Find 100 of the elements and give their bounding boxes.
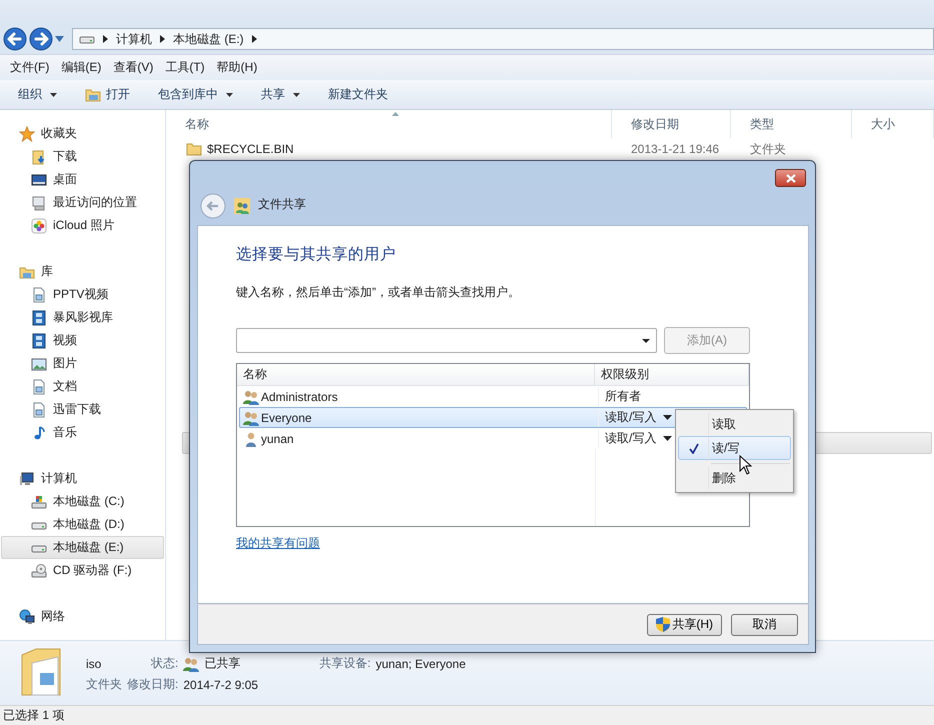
shared-users-icon <box>183 656 200 672</box>
sidebar-item[interactable]: 本地磁盘 (C:) <box>1 490 164 513</box>
toolbar-button[interactable]: 组织 <box>10 83 65 106</box>
menu-item[interactable]: 帮助(H) <box>210 59 264 76</box>
breadcrumb[interactable]: 本地磁盘 (E:) <box>173 30 244 48</box>
table-cell-text: 文件夹 <box>749 140 787 158</box>
column-header[interactable]: 类型 <box>731 110 852 138</box>
dialog-button[interactable]: 取消 <box>731 614 798 636</box>
menu-item[interactable]: 查看(V) <box>107 59 160 76</box>
folder-icon <box>85 86 101 102</box>
file-type: 文件夹 <box>86 676 122 693</box>
address-bar[interactable]: 计算机 本地磁盘 (E:) <box>72 28 934 50</box>
sidebar-item[interactable]: 音乐 <box>1 421 164 444</box>
column-header[interactable]: 名称 <box>237 364 595 385</box>
table-cell-text: 2013-1-21 19:46 <box>630 142 720 156</box>
user-icon <box>243 430 259 446</box>
close-icon <box>786 174 796 182</box>
system-drive-icon <box>31 494 47 510</box>
user-group-icon <box>243 388 259 404</box>
sidebar-item[interactable]: 桌面 <box>1 168 164 191</box>
toolbar-button[interactable]: 新建文件夹 <box>320 83 396 106</box>
close-button[interactable] <box>775 169 806 187</box>
menu-item[interactable]: 工具(T) <box>159 59 211 76</box>
permission-dropdown[interactable]: 读取/写入 <box>605 409 672 426</box>
field-label: 状态: <box>151 655 178 672</box>
sort-arrow-icon <box>392 112 399 116</box>
star-icon <box>19 126 35 142</box>
breadcrumb-arrow-icon <box>160 35 165 43</box>
sidebar-item[interactable]: 计算机 <box>0 467 165 490</box>
user-row[interactable]: Administrators 所有者 <box>239 386 747 407</box>
file-name[interactable]: $RECYCLE.BIN <box>207 142 294 156</box>
menu-item[interactable]: 编辑(E) <box>55 59 108 76</box>
column-header[interactable]: 修改日期 <box>612 110 731 138</box>
sidebar-item[interactable]: 最近访问的位置 <box>1 191 164 214</box>
user-name: Everyone <box>261 410 312 424</box>
caret-icon <box>50 92 57 96</box>
sidebar-item[interactable]: 本地磁盘 (E:) <box>1 536 164 559</box>
breadcrumb-arrow-icon <box>252 35 257 43</box>
file-name: iso <box>86 656 102 670</box>
desktop-icon <box>31 172 47 188</box>
field-value: 已共享 <box>204 655 242 672</box>
dropdown-arrow-icon <box>642 338 650 342</box>
flower-icon <box>31 218 47 234</box>
film-icon <box>31 310 47 326</box>
file-row[interactable]: $RECYCLE.BIN 2013-1-21 19:46 文件夹 <box>182 138 932 160</box>
status-bar-text: 已选择 1 项 <box>0 705 934 725</box>
sidebar-item[interactable]: PPTV视频 <box>1 283 164 306</box>
mouse-pointer-icon <box>739 455 752 475</box>
dialog-heading: 选择要与其共享的用户 <box>236 245 397 265</box>
network-globe-icon <box>19 608 35 624</box>
sidebar-item[interactable]: 库 <box>0 260 165 283</box>
sidebar-item[interactable]: 下载 <box>1 145 164 168</box>
sidebar-item[interactable]: 收藏夹 <box>0 122 165 145</box>
sidebar-item[interactable]: 视频 <box>1 329 164 352</box>
shared-users-icon <box>234 198 250 214</box>
checkmark-icon <box>688 442 698 454</box>
user-name: Administrators <box>261 390 338 404</box>
film-icon <box>31 332 47 348</box>
toolbar-button[interactable]: 打开 <box>77 83 138 106</box>
dialog-button[interactable]: 共享(H) <box>647 614 722 636</box>
sidebar-item[interactable]: 文档 <box>1 375 164 398</box>
breadcrumb-arrow-icon <box>103 35 108 43</box>
breadcrumb[interactable]: 计算机 <box>116 30 152 48</box>
cd-drive-icon <box>31 562 47 578</box>
sidebar-item[interactable]: CD 驱动器 (F:) <box>1 559 164 582</box>
sidebar-item[interactable]: 暴风影视库 <box>1 306 164 329</box>
field-value: 2014-7-2 9:05 <box>183 678 258 692</box>
menu-item[interactable]: 文件(F) <box>4 59 56 76</box>
shield-icon <box>656 617 670 632</box>
sidebar-item[interactable]: 图片 <box>1 352 164 375</box>
menu-item[interactable]: 读/写 <box>678 436 791 460</box>
user-name: yunan <box>261 432 294 446</box>
document-icon <box>31 286 47 302</box>
document-icon <box>31 402 47 418</box>
user-group-icon <box>243 410 259 426</box>
instruction-text: 键入名称，然后单击“添加”，或者单击箭头查找用户。 <box>236 284 521 301</box>
folder-download-icon <box>31 148 47 164</box>
caret-icon <box>226 92 233 96</box>
dialog-title: 文件共享 <box>258 196 306 213</box>
caret-icon <box>293 92 300 96</box>
permission-dropdown[interactable]: 读取/写入 <box>605 430 672 447</box>
sidebar-item[interactable]: 迅雷下载 <box>1 398 164 421</box>
folder-icon <box>186 141 202 157</box>
dropdown-arrow-icon <box>663 415 672 420</box>
recent-pages-caret-icon <box>55 36 64 42</box>
sidebar-item[interactable]: 网络 <box>0 605 165 628</box>
toolbar-button[interactable]: 包含到库中 <box>150 83 241 106</box>
picture-icon <box>31 356 47 372</box>
dropdown-arrow-icon <box>663 436 672 441</box>
toolbar-button[interactable]: 共享 <box>253 83 308 106</box>
sidebar-item[interactable]: 本地磁盘 (D:) <box>1 513 164 536</box>
help-link[interactable]: 我的共享有问题 <box>236 535 320 552</box>
field-label: 共享设备: <box>319 655 371 672</box>
computer-icon <box>19 470 35 486</box>
column-header[interactable]: 大小 <box>852 110 934 138</box>
document-icon <box>31 378 47 394</box>
sidebar-item[interactable]: iCloud 照片 <box>1 214 164 237</box>
recent-places-icon <box>31 194 47 210</box>
column-header[interactable]: 权限级别 <box>595 364 749 385</box>
field-label: 修改日期: <box>127 676 178 693</box>
